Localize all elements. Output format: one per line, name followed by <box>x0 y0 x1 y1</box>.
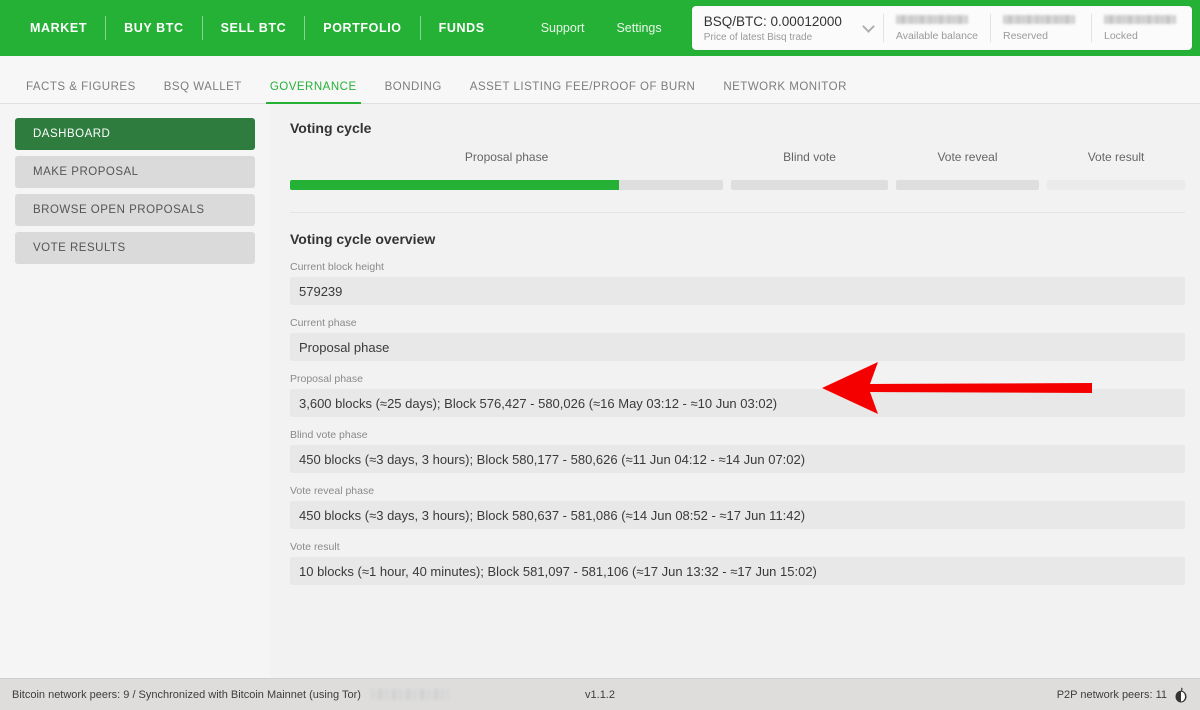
primary-nav-group: MARKET BUY BTC SELL BTC PORTFOLIO FUNDS <box>0 0 503 56</box>
status-p2p-network-text: P2P network peers: 11 <box>1056 688 1167 701</box>
field-current-phase: Current phase Proposal phase <box>290 317 1185 361</box>
top-navigation-bar: MARKET BUY BTC SELL BTC PORTFOLIO FUNDS … <box>0 0 1200 56</box>
sidebar-item-dashboard[interactable]: DASHBOARD <box>15 118 255 150</box>
phase-label-vote-result: Vote result <box>1087 150 1145 164</box>
locked-balance-value-redacted <box>1104 14 1176 24</box>
governance-sidebar: DASHBOARD MAKE PROPOSAL BROWSE OPEN PROP… <box>0 104 270 678</box>
nav-item-settings[interactable]: Settings <box>600 21 677 35</box>
field-label: Vote result <box>290 541 340 553</box>
section-divider <box>290 212 1185 213</box>
phase-bar-blind-vote <box>731 180 888 190</box>
field-vote-reveal-phase: Vote reveal phase 450 blocks (≈3 days, 3… <box>290 485 1185 529</box>
price-value: BSQ/BTC: 0.00012000 <box>703 13 842 29</box>
nav-item-portfolio[interactable]: PORTFOLIO <box>305 16 419 40</box>
tab-bonding[interactable]: BONDING <box>371 81 456 103</box>
overview-title: Voting cycle overview <box>290 231 436 247</box>
field-value: 450 blocks (≈3 days, 3 hours); Block 580… <box>290 501 1185 529</box>
phase-label-proposal: Proposal phase <box>464 150 549 164</box>
phase-label-blind-vote: Blind vote <box>783 150 836 164</box>
main-body: DASHBOARD MAKE PROPOSAL BROWSE OPEN PROP… <box>0 104 1200 678</box>
status-version: v1.1.2 <box>585 688 615 701</box>
price-selector[interactable]: BSQ/BTC: 0.00012000 Price of latest Bisq… <box>692 6 883 50</box>
tor-onion-icon <box>1175 687 1187 703</box>
nav-item-support[interactable]: Support <box>525 21 601 35</box>
available-balance-cell: Available balance <box>884 6 990 50</box>
field-label: Current block height <box>290 261 384 273</box>
field-proposal-phase: Proposal phase 3,600 blocks (≈25 days); … <box>290 373 1185 417</box>
tab-bsq-wallet[interactable]: BSQ WALLET <box>150 81 256 103</box>
bisq-app-window: MARKET BUY BTC SELL BTC PORTFOLIO FUNDS … <box>0 0 1200 710</box>
status-p2p-network: P2P network peers: 11 <box>1057 687 1188 703</box>
nav-item-market[interactable]: MARKET <box>12 16 105 40</box>
phase-bar-vote-result <box>1047 180 1185 190</box>
chevron-down-icon[interactable] <box>862 19 875 33</box>
phase-label-row: Proposal phase Blind vote Vote reveal Vo… <box>290 150 1185 168</box>
tab-asset-listing-fee[interactable]: ASSET LISTING FEE/PROOF OF BURN <box>456 81 710 103</box>
phase-bar-proposal <box>290 180 724 190</box>
locked-balance-cell: Locked <box>1092 6 1192 50</box>
dao-tab-bar: FACTS & FIGURES BSQ WALLET GOVERNANCE BO… <box>0 56 1200 104</box>
locked-balance-label: Locked <box>1104 29 1138 42</box>
field-value: 450 blocks (≈3 days, 3 hours); Block 580… <box>290 445 1185 473</box>
nav-item-funds[interactable]: FUNDS <box>421 16 503 40</box>
sidebar-item-browse-open-proposals[interactable]: BROWSE OPEN PROPOSALS <box>15 194 255 226</box>
phase-label-vote-reveal: Vote reveal <box>937 150 998 164</box>
phase-bar-vote-reveal <box>895 180 1040 190</box>
nav-item-sell-btc[interactable]: SELL BTC <box>203 16 305 40</box>
price-text-group: BSQ/BTC: 0.00012000 Price of latest Bisq… <box>704 14 842 43</box>
tab-network-monitor[interactable]: NETWORK MONITOR <box>709 81 861 103</box>
field-value: 10 blocks (≈1 hour, 40 minutes); Block 5… <box>290 557 1185 585</box>
sidebar-item-vote-results[interactable]: VOTE RESULTS <box>15 232 255 264</box>
field-blind-vote-phase: Blind vote phase 450 blocks (≈3 days, 3 … <box>290 429 1185 473</box>
reserved-balance-label: Reserved <box>1003 29 1048 42</box>
field-label: Current phase <box>290 317 357 329</box>
governance-content: Voting cycle Proposal phase Blind vote V… <box>270 104 1200 678</box>
tab-governance[interactable]: GOVERNANCE <box>256 81 371 104</box>
available-balance-label: Available balance <box>895 29 978 42</box>
voting-cycle-title: Voting cycle <box>290 120 372 136</box>
reserved-balance-cell: Reserved <box>991 6 1091 50</box>
nav-item-buy-btc[interactable]: BUY BTC <box>106 16 202 40</box>
available-balance-value-redacted <box>895 14 968 24</box>
price-caption: Price of latest Bisq trade <box>703 31 813 43</box>
header-info-panel: BSQ/BTC: 0.00012000 Price of latest Bisq… <box>691 6 1192 50</box>
field-label: Blind vote phase <box>290 429 368 441</box>
field-value: Proposal phase <box>290 333 1185 361</box>
field-value: 3,600 blocks (≈25 days); Block 576,427 -… <box>290 389 1185 417</box>
reserved-balance-value-redacted <box>1003 14 1075 24</box>
field-value: 579239 <box>290 277 1185 305</box>
field-current-block-height: Current block height 579239 <box>290 261 1185 305</box>
status-bar: Bitcoin network peers: 9 / Synchronized … <box>0 678 1200 710</box>
phase-progress-bars <box>290 180 1185 190</box>
field-label: Vote reveal phase <box>290 485 375 497</box>
tab-facts-and-figures[interactable]: FACTS & FIGURES <box>12 81 150 103</box>
field-label: Proposal phase <box>290 373 363 385</box>
field-vote-result: Vote result 10 blocks (≈1 hour, 40 minut… <box>290 541 1185 585</box>
sidebar-item-make-proposal[interactable]: MAKE PROPOSAL <box>15 156 255 188</box>
phase-bar-proposal-fill <box>290 180 620 190</box>
